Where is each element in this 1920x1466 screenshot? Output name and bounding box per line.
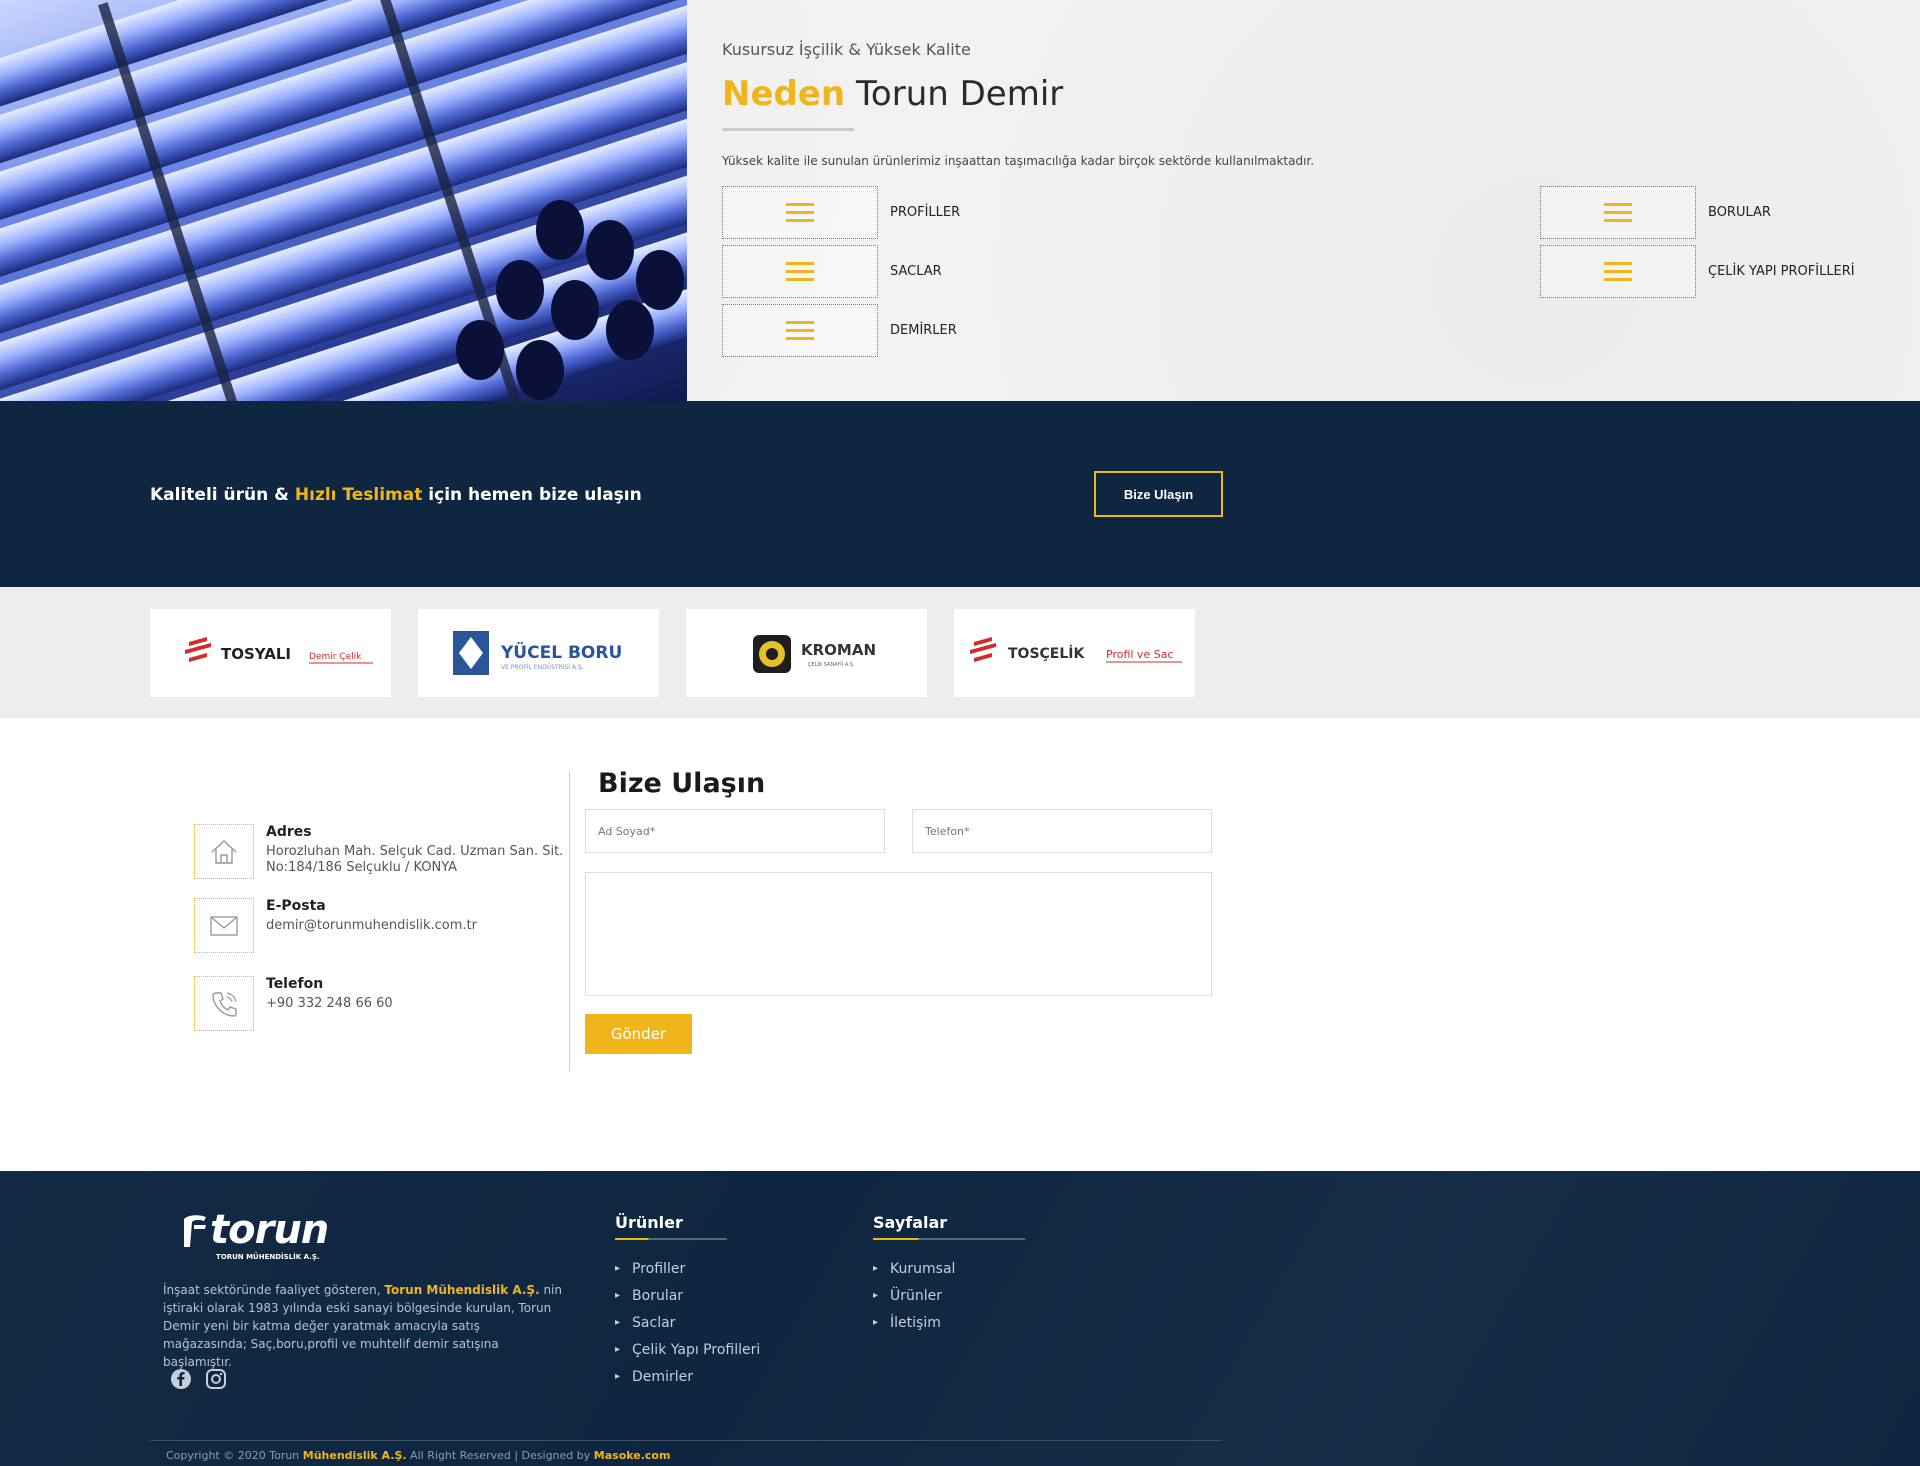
home-icon xyxy=(194,824,254,879)
brand-logo-toscelik[interactable]: TOSÇELİK Profil ve Sac xyxy=(954,609,1195,697)
menu-icon xyxy=(1604,261,1632,281)
contact-us-button[interactable]: Bize Ulaşın xyxy=(1094,471,1223,517)
email-title: E-Posta xyxy=(266,898,326,914)
send-button[interactable]: Gönder xyxy=(585,1014,692,1054)
logo-sub: TORUN MÜHENDİSLİK A.Ş. xyxy=(216,1253,320,1261)
brand-name: TOSYALI xyxy=(221,645,291,663)
brand-logo-yucel-boru[interactable]: YÜCEL BORU VE PROFİL ENDÜSTRİSİ A.Ş. xyxy=(418,609,659,697)
yucel-boru-logo: YÜCEL BORU VE PROFİL ENDÜSTRİSİ A.Ş. xyxy=(452,631,622,675)
category-box[interactable] xyxy=(722,304,878,357)
contact-divider xyxy=(569,772,570,1071)
brand-name: KROMAN xyxy=(801,641,876,659)
toscelik-logo: TOSÇELİK Profil ve Sac xyxy=(969,637,1182,663)
footer-link-saclar[interactable]: Saclar xyxy=(615,1315,675,1331)
copyright-accent: Mühendislik A.Ş. xyxy=(302,1449,407,1462)
brand-sub: VE PROFİL ENDÜSTRİSİ A.Ş. xyxy=(501,664,584,671)
form-title: Bize Ulaşın xyxy=(598,768,766,799)
about-part-1: İnşaat sektöründe faaliyet gösteren, xyxy=(163,1283,385,1297)
footer-link-profiller[interactable]: Profiller xyxy=(615,1261,685,1277)
cta-text-before: Kaliteli ürün & xyxy=(150,485,295,505)
message-textarea[interactable] xyxy=(585,872,1212,996)
footer-link-borular[interactable]: Borular xyxy=(615,1288,683,1304)
menu-icon xyxy=(1604,202,1632,222)
menu-icon xyxy=(786,202,814,222)
why-subtitle: Kusursuz İşçilik & Yüksek Kalite xyxy=(722,40,971,59)
category-label[interactable]: DEMİRLER xyxy=(890,323,957,338)
brand-sub: ÇELİK SANAYİİ A.Ş. xyxy=(808,661,855,668)
category-box[interactable] xyxy=(722,186,878,239)
copyright-part-2: All Right Reserved | Designed by xyxy=(406,1449,594,1462)
category-box[interactable] xyxy=(722,245,878,298)
category-box[interactable] xyxy=(1540,186,1696,239)
brand-name: YÜCEL BORU xyxy=(500,641,622,663)
contact-section: Adres Horozluhan Mah. Selçuk Cad. Uzman … xyxy=(0,718,1920,1171)
brand-logo-kroman[interactable]: KROMAN ÇELİK SANAYİİ A.Ş. xyxy=(686,609,927,697)
phone-icon xyxy=(194,976,254,1031)
cta-text: Kaliteli ürün & Hızlı Teslimat için heme… xyxy=(150,485,642,505)
cta-band: Kaliteli ürün & Hızlı Teslimat için heme… xyxy=(0,401,1920,587)
footer-link-iletisim[interactable]: İletişim xyxy=(873,1315,941,1331)
pages-underline xyxy=(873,1238,1025,1240)
category-demirler[interactable]: DEMİRLER xyxy=(722,304,957,357)
why-title-accent: Neden xyxy=(722,74,846,114)
category-label[interactable]: ÇELİK YAPI PROFİLLERİ xyxy=(1708,264,1855,279)
name-input[interactable] xyxy=(585,809,885,853)
brand-logo-tosyali[interactable]: TOSYALI Demir Çelik xyxy=(150,609,391,697)
mail-icon xyxy=(194,898,254,953)
category-box[interactable] xyxy=(1540,245,1696,298)
title-underline xyxy=(722,128,854,131)
footer-link-demirler[interactable]: Demirler xyxy=(615,1369,693,1385)
category-saclar[interactable]: SACLAR xyxy=(722,245,942,298)
facebook-icon[interactable] xyxy=(169,1367,193,1391)
category-label[interactable]: BORULAR xyxy=(1708,205,1771,220)
brand-sub: Demir Çelik xyxy=(309,652,362,662)
kroman-logo: KROMAN ÇELİK SANAYİİ A.Ş. xyxy=(752,635,876,673)
cta-text-accent: Hızlı Teslimat xyxy=(294,485,423,505)
pipes-illustration xyxy=(0,0,687,401)
address-text: Horozluhan Mah. Selçuk Cad. Uzman San. S… xyxy=(266,844,564,875)
category-borular[interactable]: BORULAR xyxy=(1540,186,1771,239)
brand-sub: Profil ve Sac xyxy=(1106,648,1173,661)
instagram-icon[interactable] xyxy=(204,1367,228,1391)
category-label[interactable]: PROFİLLER xyxy=(890,205,960,220)
menu-icon xyxy=(786,261,814,281)
footer: torun TORUN MÜHENDİSLİK A.Ş. İnşaat sekt… xyxy=(0,1171,1920,1466)
products-title: Ürünler xyxy=(615,1213,683,1232)
category-celik-yapi-profilleri[interactable]: ÇELİK YAPI PROFİLLERİ xyxy=(1540,245,1855,298)
email-text[interactable]: demir@torunmuhendislik.com.tr xyxy=(266,918,566,934)
about-accent: Torun Mühendislik A.Ş. xyxy=(384,1283,540,1297)
why-title: Neden Torun Demir xyxy=(722,74,1063,114)
footer-link-kurumsal[interactable]: Kurumsal xyxy=(873,1261,955,1277)
logo-word: torun xyxy=(210,1207,329,1253)
pages-title: Sayfalar xyxy=(873,1213,948,1232)
phone-text[interactable]: +90 332 248 66 60 xyxy=(266,996,566,1012)
logo-mark-icon xyxy=(184,1215,206,1247)
designer-link[interactable]: Masoke.com xyxy=(594,1449,671,1462)
why-title-rest: Torun Demir xyxy=(855,74,1064,114)
tosyali-logo: TOSYALI Demir Çelik xyxy=(184,637,373,664)
phone-input[interactable] xyxy=(912,809,1212,853)
products-underline xyxy=(615,1238,727,1240)
category-label[interactable]: SACLAR xyxy=(890,264,942,279)
category-profiller[interactable]: PROFİLLER xyxy=(722,186,960,239)
copyright: Copyright © 2020 Torun Mühendislik A.Ş. … xyxy=(166,1449,670,1462)
cta-text-after: için hemen bize ulaşın xyxy=(422,485,642,505)
why-section: Kusursuz İşçilik & Yüksek Kalite Neden T… xyxy=(0,0,1920,401)
brands-strip: TOSYALI Demir Çelik YÜCEL BORU VE PROFİL… xyxy=(0,587,1920,718)
copyright-part-1: Copyright © 2020 Torun xyxy=(166,1449,303,1462)
phone-title: Telefon xyxy=(266,976,324,992)
address-title: Adres xyxy=(266,824,312,840)
menu-icon xyxy=(786,320,814,340)
pipes-image xyxy=(0,0,687,401)
footer-about: İnşaat sektöründe faaliyet gösteren, Tor… xyxy=(163,1281,563,1371)
footer-link-urunler[interactable]: Ürünler xyxy=(873,1288,942,1304)
footer-divider xyxy=(150,1440,1222,1441)
why-description: Yüksek kalite ile sunulan ürünlerimiz in… xyxy=(722,154,1315,168)
footer-link-celik-yapi[interactable]: Çelik Yapı Profilleri xyxy=(615,1342,760,1358)
brand-name: TOSÇELİK xyxy=(1008,645,1086,662)
